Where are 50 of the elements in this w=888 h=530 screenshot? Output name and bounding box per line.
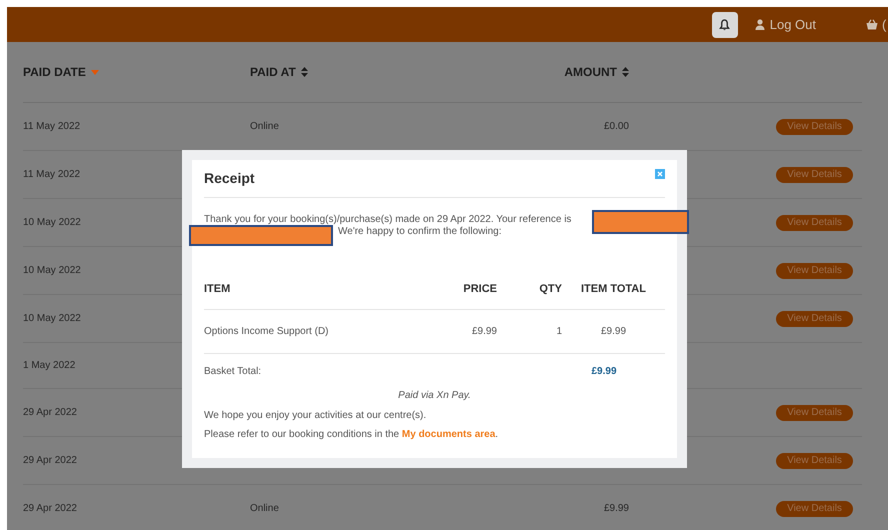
table-cell: £0.00 xyxy=(604,121,629,132)
column-header[interactable]: AMOUNT xyxy=(564,63,617,81)
view-details-button[interactable]: View Details xyxy=(776,452,853,468)
intro-text: Thank you for your booking(s)/purchase(s) made on 29 Apr 2022. Your reference is xyxy=(204,214,572,226)
column-header: ITEM TOTAL xyxy=(581,283,646,296)
table-cell: £9.99 xyxy=(604,503,629,514)
logout-label: Log Out xyxy=(770,16,816,34)
column-header[interactable]: PAID DATE xyxy=(23,63,86,81)
view-details-button[interactable]: View Details xyxy=(776,500,853,516)
conditions-text: Please refer to our booking conditions in the My documents area. xyxy=(204,428,500,442)
table-cell: 10 May 2022 xyxy=(23,265,81,276)
table-cell: 10 May 2022 xyxy=(23,313,81,324)
intro-text: We're happy to confirm the following: xyxy=(338,226,502,238)
table-cell: 1 xyxy=(556,326,562,337)
basket-icon xyxy=(866,19,878,30)
view-details-button[interactable]: View Details xyxy=(776,214,853,230)
notification-button[interactable] xyxy=(712,12,738,38)
view-details-button[interactable]: View Details xyxy=(776,404,853,420)
payment-note: Paid via Xn Pay. xyxy=(397,389,472,403)
basket-link[interactable]: ( xyxy=(866,14,888,34)
view-details-button[interactable]: View Details xyxy=(776,118,853,134)
table-cell: 11 May 2022 xyxy=(23,121,80,132)
table-cell: 29 Apr 2022 xyxy=(23,407,77,418)
closing-text: We hope you enjoy your activities at our centre(s). xyxy=(204,409,428,423)
view-details-button[interactable]: View Details xyxy=(776,310,853,326)
view-details-button[interactable]: View Details xyxy=(776,262,853,278)
table-cell: 29 Apr 2022 xyxy=(23,503,77,514)
basket-total-label: Basket Total: xyxy=(204,364,262,378)
column-header: PRICE xyxy=(463,283,497,296)
column-header: QTY xyxy=(539,283,562,296)
table-cell: 11 May 2022 xyxy=(23,169,80,180)
column-header: ITEM xyxy=(204,283,230,296)
table-cell: Online xyxy=(250,503,279,514)
column-header[interactable]: PAID AT xyxy=(250,63,296,81)
table-cell: 10 May 2022 xyxy=(23,217,81,228)
bell-icon xyxy=(719,18,730,30)
dialog-title: Receipt xyxy=(204,169,255,188)
table-cell: Options Income Support (D) xyxy=(204,326,328,337)
table-cell: £9.99 xyxy=(472,326,497,337)
basket-label: ( xyxy=(882,16,886,34)
view-details-button[interactable]: View Details xyxy=(776,166,853,182)
table-cell: £9.99 xyxy=(600,326,626,337)
table-cell: Online xyxy=(250,121,279,132)
person-icon xyxy=(754,19,765,30)
logout-link[interactable]: Log Out xyxy=(754,14,816,34)
table-cell: 29 Apr 2022 xyxy=(23,455,77,466)
basket-total: £9.99 xyxy=(590,364,618,378)
close-icon xyxy=(657,171,663,177)
table-cell: 1 May 2022 xyxy=(23,360,76,371)
documents-link[interactable]: My documents area xyxy=(402,429,496,440)
